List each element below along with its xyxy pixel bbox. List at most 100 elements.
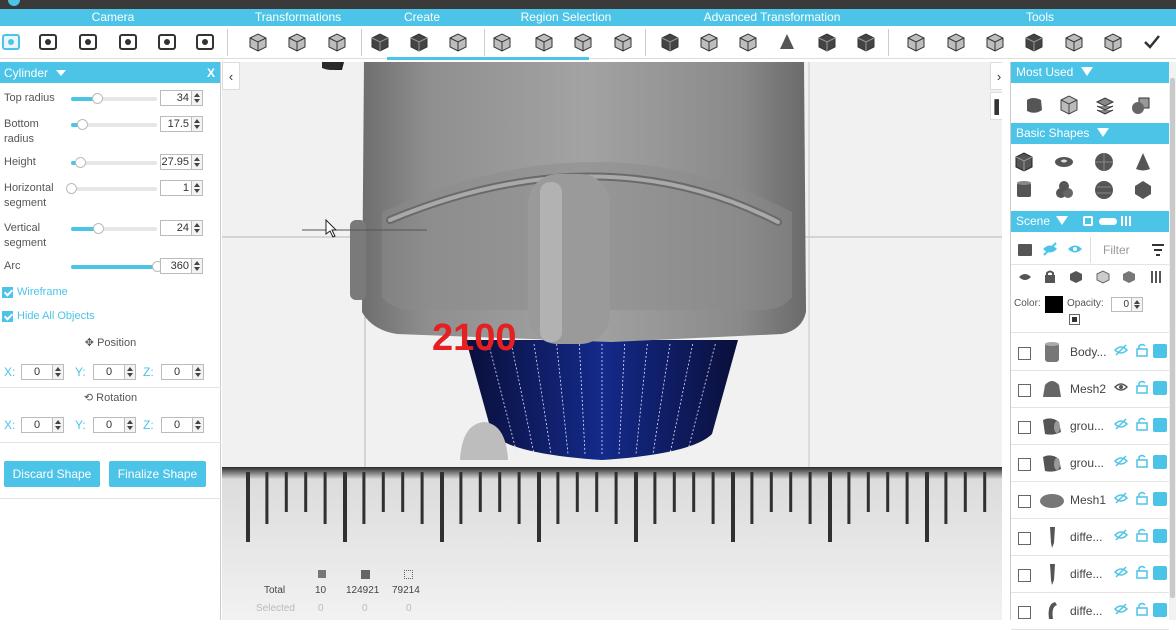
twist-tool-button[interactable] [815, 30, 839, 54]
spinner-arrows-icon[interactable] [191, 155, 202, 169]
unlock-icon[interactable] [1136, 417, 1148, 431]
collapse-left-button[interactable]: ‹ [222, 62, 240, 90]
unlock-icon[interactable] [1136, 343, 1148, 357]
unlock-icon[interactable] [1136, 380, 1148, 394]
solid-cube-icon[interactable] [1153, 344, 1167, 358]
spinner-arrows-icon[interactable] [124, 418, 135, 432]
spinner-arrows-icon[interactable] [124, 365, 135, 379]
scene-scrollbar[interactable] [1169, 62, 1176, 620]
solid-cube-icon[interactable] [1153, 455, 1167, 469]
single-view-icon[interactable] [1083, 216, 1093, 226]
solid-cube-icon[interactable] [1153, 418, 1167, 432]
hourglass-tool-button[interactable] [407, 30, 431, 54]
discard-shape-button[interactable]: Discard Shape [4, 461, 100, 487]
hide-icon[interactable] [1114, 528, 1128, 542]
spinner-arrows-icon[interactable] [1131, 298, 1142, 311]
scene-item[interactable]: diffe... [1011, 556, 1169, 593]
item-name[interactable]: grou... [1070, 419, 1104, 433]
pos-z-input[interactable]: 0 [161, 364, 204, 380]
item-checkbox[interactable] [1018, 606, 1031, 619]
unlock-icon[interactable] [1136, 565, 1148, 579]
filter-menu-icon[interactable] [1151, 243, 1165, 257]
hide-icon[interactable] [1042, 241, 1058, 257]
cube-outline-tool-button[interactable] [325, 30, 349, 54]
spheres-icon[interactable] [1053, 179, 1075, 201]
solid-cube-icon[interactable] [1153, 603, 1167, 617]
item-checkbox[interactable] [1018, 532, 1031, 545]
spinner-arrows-icon[interactable] [52, 365, 63, 379]
settings-column-icon[interactable] [1149, 270, 1163, 284]
param-slider[interactable] [71, 93, 157, 104]
category-transformations[interactable]: Transformations [255, 10, 341, 24]
panel-toggle-button[interactable]: ▌ [990, 92, 1002, 120]
item-name[interactable]: diffe... [1070, 604, 1102, 618]
category-advanced-transformation[interactable]: Advanced Transformation [704, 10, 841, 24]
spinner-arrows-icon[interactable] [52, 418, 63, 432]
category-create[interactable]: Create [404, 10, 440, 24]
sphere-icon[interactable] [1093, 151, 1115, 173]
param-slider[interactable] [71, 157, 157, 168]
camera-tool-button[interactable] [193, 30, 217, 54]
param-input[interactable]: 360 [160, 258, 203, 274]
slider-handle[interactable] [91, 93, 103, 104]
save-tool-button[interactable] [76, 30, 100, 54]
check-tool-button[interactable] [1140, 30, 1164, 54]
rot-y-input[interactable]: 0 [93, 417, 136, 433]
cube-e-tool-button[interactable] [1101, 30, 1125, 54]
cube-c-tool-button[interactable] [983, 30, 1007, 54]
show-icon[interactable] [1067, 243, 1083, 255]
spinner-arrows-icon[interactable] [191, 221, 202, 235]
flatten-tool-button[interactable] [854, 30, 878, 54]
spinner-arrows-icon[interactable] [192, 418, 203, 432]
item-checkbox[interactable] [1018, 569, 1031, 582]
add-object-icon[interactable] [1018, 244, 1032, 256]
slider-handle[interactable] [77, 119, 89, 130]
scene-item[interactable]: Mesh1 [1011, 482, 1169, 519]
slider-handle[interactable] [66, 183, 77, 194]
hide-all-checkbox[interactable] [2, 311, 13, 322]
unlock-icon[interactable] [1136, 491, 1148, 505]
color-swatch[interactable] [1045, 296, 1063, 313]
scene-item[interactable]: Body... [1011, 334, 1169, 371]
cube-b-tool-button[interactable] [944, 30, 968, 54]
scene-header[interactable]: Scene [1011, 211, 1169, 232]
hide-icon[interactable] [1114, 602, 1128, 616]
sphere-cube-icon[interactable] [1130, 94, 1152, 116]
refresh-tool-button[interactable] [116, 30, 140, 54]
smooth-tool-button[interactable] [611, 30, 635, 54]
item-name[interactable]: Mesh2 [1070, 382, 1106, 396]
scene-item[interactable]: diffe... [1011, 593, 1169, 630]
torus-icon[interactable] [1053, 151, 1075, 173]
item-name[interactable]: diffe... [1070, 530, 1102, 544]
rot-x-input[interactable]: 0 [21, 417, 64, 433]
cylinder-icon[interactable] [1013, 179, 1035, 201]
shaded-column-icon[interactable] [1122, 270, 1136, 284]
param-input[interactable]: 34 [160, 90, 203, 106]
stack-icon[interactable] [1094, 94, 1116, 116]
param-input[interactable]: 1 [160, 180, 203, 196]
param-slider[interactable] [71, 261, 163, 272]
3d-viewport[interactable]: 2100 ‹ › ▌ Total 10 124921 79214 Selecte… [222, 62, 1002, 620]
open-tool-button[interactable] [36, 30, 60, 54]
scene-item[interactable]: grou... [1011, 445, 1169, 482]
spinner-arrows-icon[interactable] [191, 259, 202, 273]
cone-icon[interactable] [1132, 151, 1154, 173]
finalize-shape-button[interactable]: Finalize Shape [109, 461, 206, 487]
shear-tool-button[interactable] [736, 30, 760, 54]
param-slider[interactable] [71, 223, 157, 234]
mesh-cube-icon[interactable] [1058, 94, 1080, 116]
hide-icon[interactable] [1114, 491, 1128, 505]
pos-y-input[interactable]: 0 [93, 364, 136, 380]
box-tool-button[interactable] [285, 30, 309, 54]
geosphere-icon[interactable] [1093, 179, 1115, 201]
polyhedron-icon[interactable] [1132, 179, 1154, 201]
rock-shape-icon[interactable] [1023, 94, 1045, 116]
pos-x-input[interactable]: 0 [21, 364, 64, 380]
wireframe-checkbox[interactable] [2, 287, 13, 298]
layers-tool-button[interactable] [658, 30, 682, 54]
item-name[interactable]: Body... [1070, 345, 1106, 359]
solid-cube-icon[interactable] [1153, 381, 1167, 395]
lock-column-icon[interactable] [1044, 270, 1056, 283]
visibility-column-icon[interactable] [1018, 272, 1032, 282]
unlock-icon[interactable] [1136, 528, 1148, 542]
